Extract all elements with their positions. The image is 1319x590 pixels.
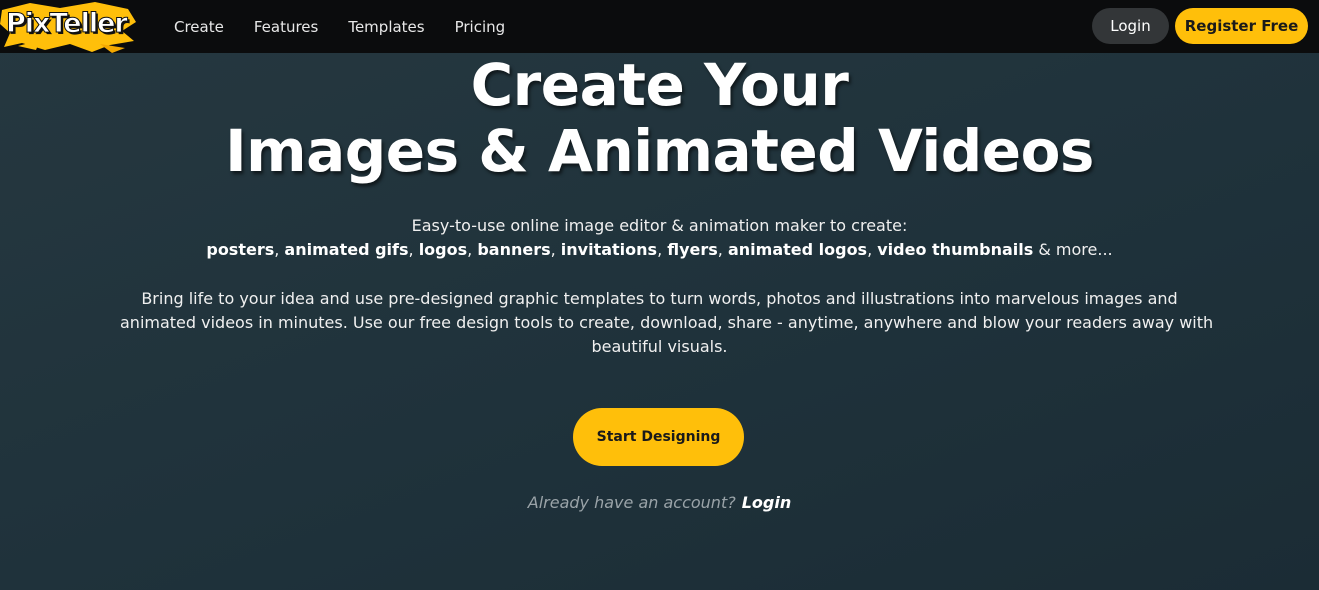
- subtitle-item: posters: [206, 240, 275, 259]
- nav-link-templates[interactable]: Templates: [348, 18, 424, 36]
- hero-title: Create Your Images & Animated Videos: [0, 52, 1319, 184]
- subtitle-item: video thumbnails: [877, 240, 1034, 259]
- nav-link-features[interactable]: Features: [254, 18, 319, 36]
- description-line-1: Bring life to your idea and use pre-desi…: [141, 289, 1178, 308]
- register-free-button[interactable]: Register Free: [1175, 8, 1308, 44]
- description-line-3: beautiful visuals.: [591, 337, 728, 356]
- nav-links: Create Features Templates Pricing: [174, 0, 535, 53]
- hero-subtitle: Easy-to-use online image editor & animat…: [0, 214, 1319, 262]
- account-prompt-line: Already have an account? Login: [0, 493, 1319, 512]
- subtitle-item: invitations: [560, 240, 658, 259]
- subtitle-intro: Easy-to-use online image editor & animat…: [411, 216, 908, 235]
- description-line-2: animated videos in minutes. Use our free…: [120, 313, 1214, 332]
- subtitle-item: banners: [477, 240, 551, 259]
- hero-title-line-2: Images & Animated Videos: [225, 117, 1094, 185]
- subtitle-item: animated logos: [727, 240, 868, 259]
- login-button[interactable]: Login: [1092, 8, 1169, 44]
- nav-link-create[interactable]: Create: [174, 18, 224, 36]
- subtitle-more: & more...: [1038, 240, 1113, 259]
- hero-title-line-1: Create Your: [470, 51, 849, 119]
- top-navbar: PixTeller Create Features Templates Pric…: [0, 0, 1319, 53]
- subtitle-item: flyers: [667, 240, 718, 259]
- subtitle-item: animated gifs: [284, 240, 409, 259]
- account-login-link[interactable]: Login: [742, 493, 792, 512]
- start-designing-button[interactable]: Start Designing: [573, 408, 744, 466]
- account-prompt-text: Already have an account?: [527, 493, 736, 512]
- logo-wordmark: PixTeller: [6, 8, 129, 40]
- nav-link-pricing[interactable]: Pricing: [455, 18, 506, 36]
- hero-description: Bring life to your idea and use pre-desi…: [120, 287, 1214, 359]
- pixteller-logo[interactable]: PixTeller: [0, 0, 140, 53]
- subtitle-items: posters, animated gifs, logos, banners, …: [206, 240, 1113, 259]
- subtitle-item: logos: [418, 240, 468, 259]
